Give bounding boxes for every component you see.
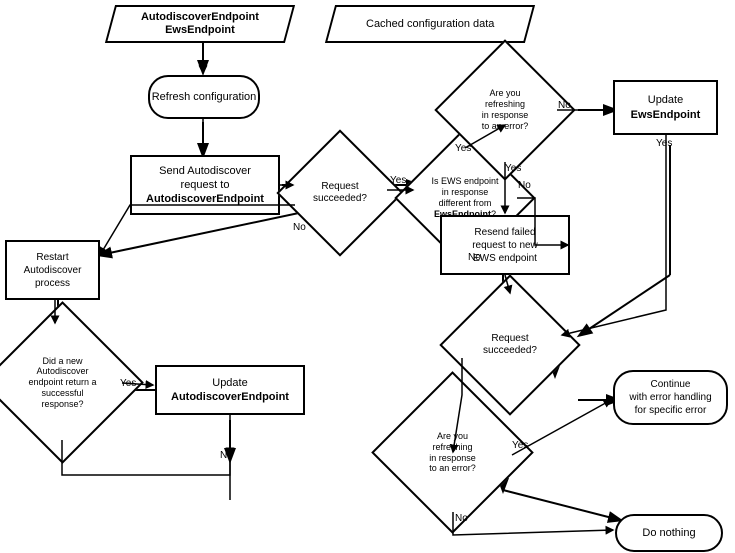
request-succeeded-2-diamond: Requestsucceeded? xyxy=(460,295,560,395)
yes-label-6: Yes xyxy=(512,440,528,451)
did-new-autodiscover-diamond: Did a newAutodiscoverendpoint return asu… xyxy=(5,325,120,440)
no-label-3: No xyxy=(558,100,571,111)
no-label-1: No xyxy=(293,222,306,233)
yes-label-5: Yes xyxy=(120,378,136,389)
cached-config-node: Cached configuration data xyxy=(325,5,535,43)
no-label-5: No xyxy=(468,252,481,263)
yes-label-1: Yes xyxy=(390,175,406,186)
yes-label-4: Yes xyxy=(656,138,672,149)
do-nothing-node: Do nothing xyxy=(615,514,723,552)
send-autodiscover-node: Send Autodiscoverrequest toAutodiscoverE… xyxy=(130,155,280,215)
start-node: AutodiscoverEndpointEwsEndpoint xyxy=(105,5,295,43)
update-autodiscover-node: UpdateAutodiscoverEndpoint xyxy=(155,365,305,415)
flowchart-diagram: AutodiscoverEndpointEwsEndpoint Cached c… xyxy=(0,0,735,553)
restart-autodiscover-node: RestartAutodiscoverprocess xyxy=(5,240,100,300)
are-you-refreshing-2-diamond: Are yourefreshingin responseto an error? xyxy=(395,395,510,510)
no-label-2: No xyxy=(518,180,531,191)
yes-label-3: Yes xyxy=(505,163,521,174)
update-ews-node: UpdateEwsEndpoint xyxy=(613,80,718,135)
are-you-refreshing-1-diamond: Are yourefreshingin responseto an error? xyxy=(455,60,555,160)
resend-failed-node: Resend failedrequest to newEWS endpoint xyxy=(440,215,570,275)
no-label-7: No xyxy=(455,513,468,524)
request-succeeded-1-diamond: Requestsucceeded? xyxy=(295,148,385,238)
continue-error-node: Continuewith error handlingfor specific … xyxy=(613,370,728,425)
no-label-4: No xyxy=(220,450,233,461)
refresh-config-node: Refresh configuration xyxy=(148,75,260,119)
